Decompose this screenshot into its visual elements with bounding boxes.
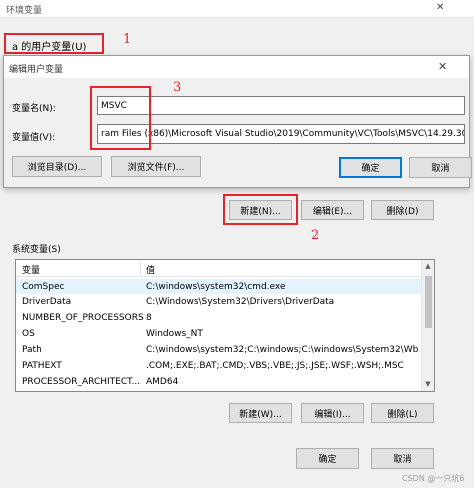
table-row[interactable]: Path C:\windows\system32;C:\windows;C:\w…: [16, 342, 421, 357]
edit-dialog-cancel-button[interactable]: 取消: [409, 157, 472, 178]
browse-directory-button[interactable]: 浏览目录(D)...: [12, 156, 102, 177]
row-value: 8: [146, 312, 152, 323]
variable-value-value: ram Files (x86)\Microsoft Visual Studio\…: [101, 129, 465, 139]
variable-name-input[interactable]: MSVC: [97, 96, 465, 115]
watermark: CSDN @一只坑6: [402, 474, 465, 483]
system-delete-button[interactable]: 删除(L): [371, 403, 434, 423]
row-name: PATHEXT: [22, 360, 62, 371]
edit-dialog-title: 编辑用户变量: [9, 65, 64, 75]
table-row[interactable]: PROCESSOR_ARCHITECT... AMD64: [16, 374, 421, 389]
edit-dialog-titlebar: 编辑用户变量 ✕: [4, 56, 469, 78]
row-value: C:\windows\system32\cmd.exe: [146, 281, 286, 292]
outer-titlebar: 环境变量 ✕: [0, 0, 474, 18]
annotation-number-2: 2: [311, 228, 320, 243]
scrollbar-thumb[interactable]: [425, 276, 432, 328]
vertical-scrollbar[interactable]: ▲ ▼: [421, 260, 434, 391]
scroll-down-icon[interactable]: ▼: [422, 378, 434, 390]
edit-dialog-close-icon[interactable]: ✕: [438, 60, 447, 73]
annotation-box-2: [223, 194, 298, 225]
row-value: AMD64: [146, 376, 179, 387]
table-row[interactable]: DriverData C:\Windows\System32\Drivers\D…: [16, 294, 421, 309]
user-edit-button[interactable]: 编辑(E)...: [301, 200, 364, 220]
cancel-button[interactable]: 取消: [371, 448, 434, 469]
annotation-box-1: [4, 33, 104, 54]
column-divider[interactable]: [140, 262, 141, 275]
column-header-value[interactable]: 值: [146, 263, 416, 276]
table-row[interactable]: ComSpec C:\windows\system32\cmd.exe: [16, 279, 421, 294]
edit-dialog: 编辑用户变量 ✕ 变量名(N): MSVC 变量值(V): ram Files …: [3, 55, 472, 188]
variable-value-label: 变量值(V):: [12, 133, 56, 143]
ok-button[interactable]: 确定: [296, 448, 359, 469]
scroll-up-icon[interactable]: ▲: [422, 260, 434, 272]
table-row[interactable]: PATHEXT .COM;.EXE;.BAT;.CMD;.VBS;.VBE;.J…: [16, 358, 421, 373]
annotation-number-1: 1: [123, 32, 132, 47]
user-delete-button[interactable]: 删除(D): [371, 200, 434, 220]
table-row[interactable]: OS Windows_NT: [16, 326, 421, 341]
row-value: C:\Windows\System32\Drivers\DriverData: [146, 296, 335, 307]
annotation-number-3: 3: [173, 80, 182, 95]
row-value: Windows_NT: [146, 328, 203, 339]
row-name: OS: [22, 328, 35, 339]
annotation-box-3: [90, 86, 151, 150]
browse-file-button[interactable]: 浏览文件(F)...: [111, 156, 201, 177]
row-name: DriverData: [22, 296, 72, 307]
row-name: PROCESSOR_ARCHITECT...: [22, 376, 141, 387]
outer-close-icon[interactable]: ✕: [436, 2, 444, 13]
system-vars-label: 系统变量(S): [12, 245, 61, 255]
system-vars-header: 变量 值: [16, 260, 421, 277]
table-row[interactable]: NUMBER_OF_PROCESSORS 8: [16, 310, 421, 325]
outer-title: 环境变量: [6, 6, 43, 16]
row-value: .COM;.EXE;.BAT;.CMD;.VBS;.VBE;.JS;.JSE;.…: [146, 360, 404, 371]
row-name: Path: [22, 344, 42, 355]
variable-value-input[interactable]: ram Files (x86)\Microsoft Visual Studio\…: [97, 124, 465, 144]
column-header-name[interactable]: 变量: [22, 263, 140, 276]
row-value: C:\windows\system32;C:\windows;C:\window…: [146, 344, 418, 355]
system-vars-table: 变量 值 ComSpec C:\windows\system32\cmd.exe…: [15, 259, 435, 392]
variable-name-label: 变量名(N):: [12, 104, 56, 114]
system-new-button[interactable]: 新建(W)...: [229, 403, 292, 423]
edit-dialog-ok-button[interactable]: 确定: [339, 157, 402, 178]
system-edit-button[interactable]: 编辑(I)...: [301, 403, 364, 423]
row-name: NUMBER_OF_PROCESSORS: [22, 312, 144, 323]
row-name: ComSpec: [22, 281, 65, 292]
